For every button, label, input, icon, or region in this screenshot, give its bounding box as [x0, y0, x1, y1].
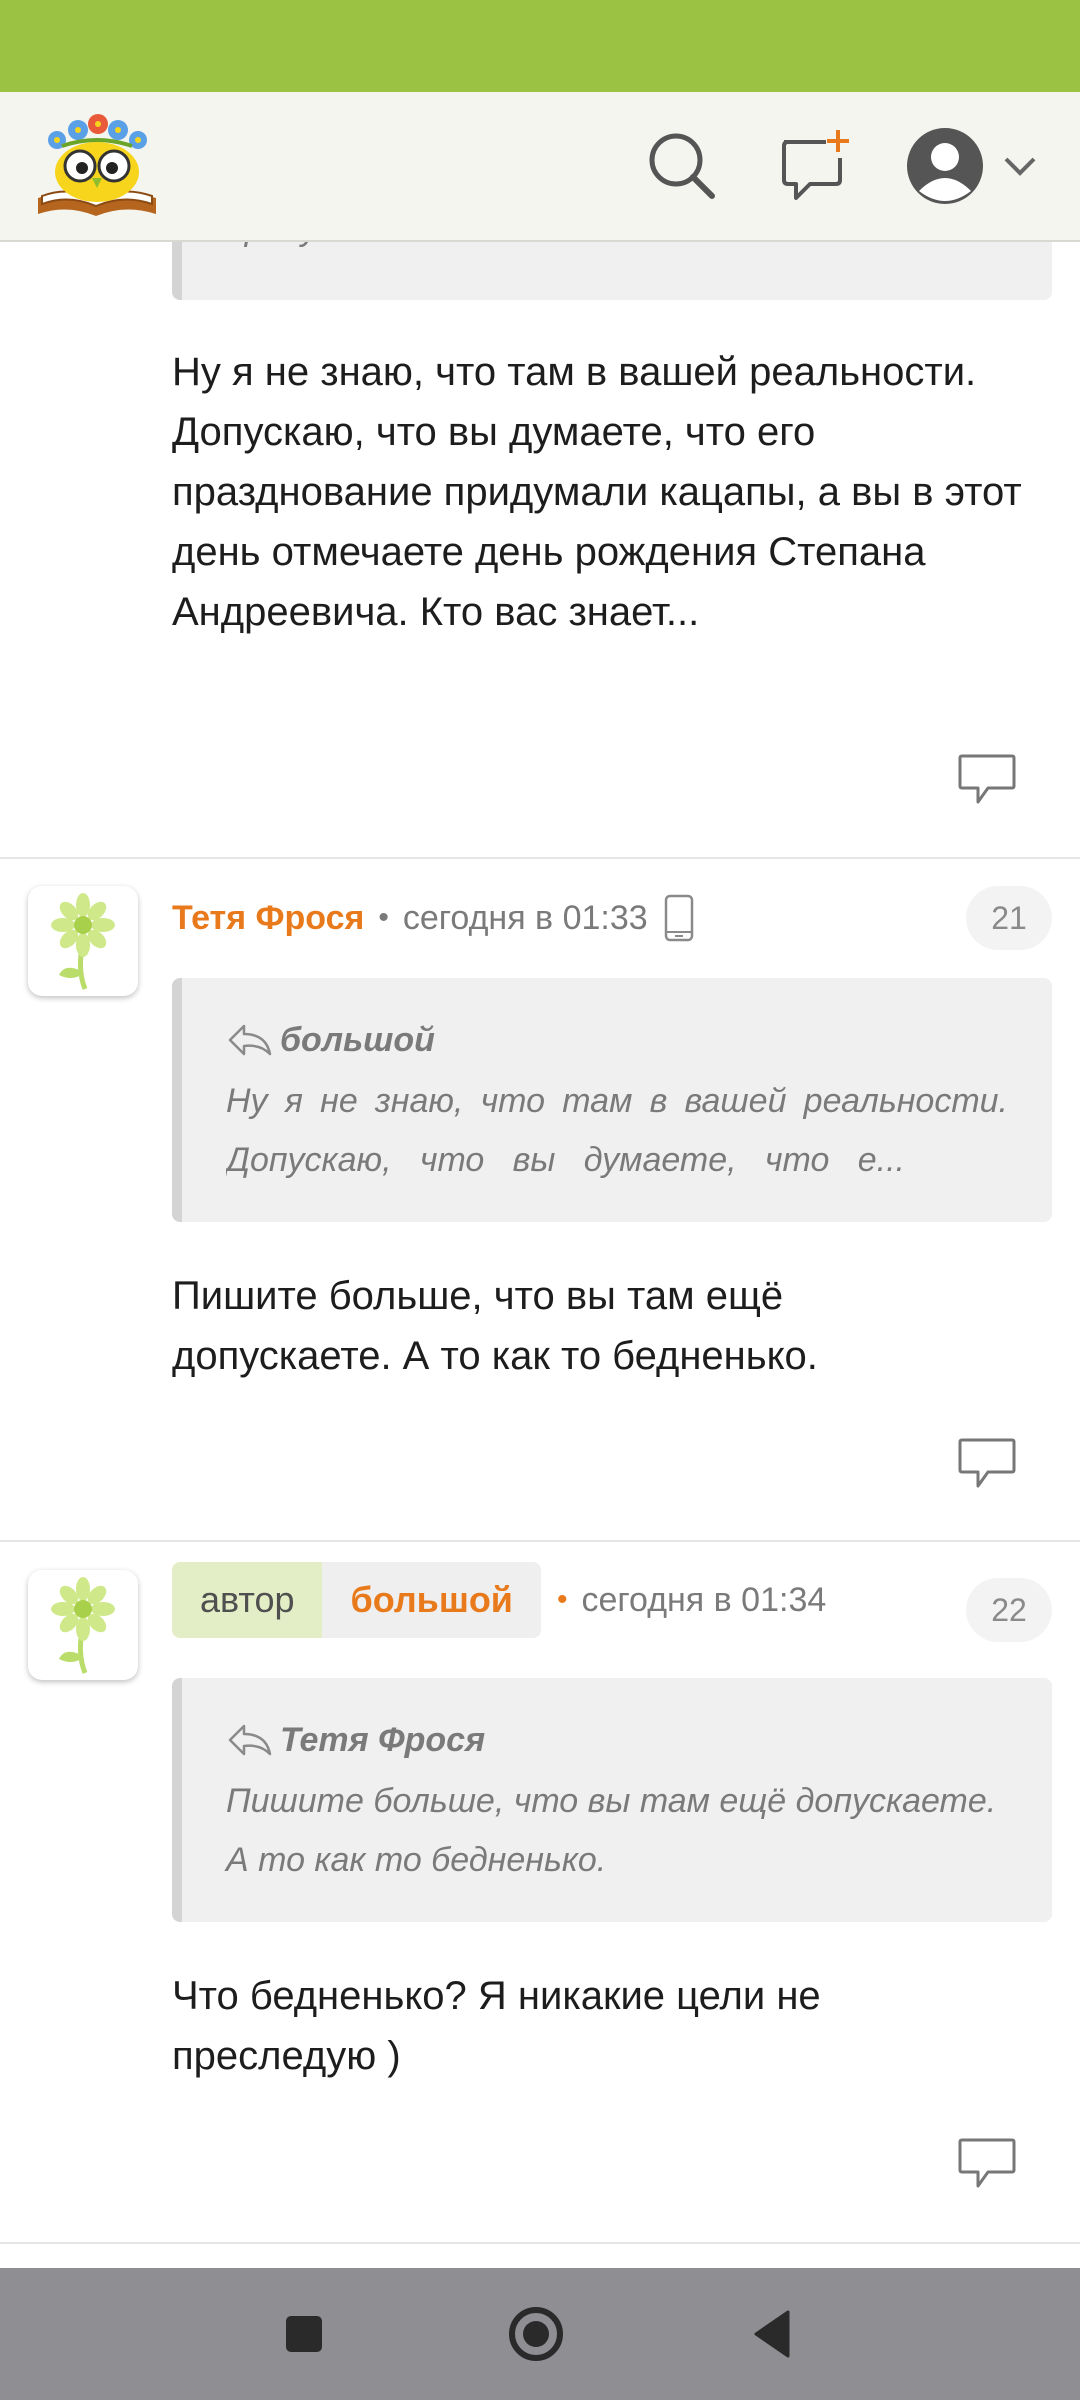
comment-number[interactable]: 22	[966, 1578, 1052, 1642]
quote-text: придумали.	[226, 240, 1008, 259]
quote-author: большой	[280, 1021, 435, 1059]
reply-icon[interactable]	[956, 2136, 1018, 2192]
new-message-button[interactable]	[766, 118, 862, 214]
comment-meta: автор большой • сегодня в 01:34	[172, 1562, 826, 1638]
home-button[interactable]	[506, 2304, 566, 2364]
comments-feed: придумали. Ну я не знаю, что там в вашей…	[0, 240, 1080, 2268]
comment-text: Пишите больше, что вы там ещё допускаете…	[172, 1274, 818, 1378]
square-icon	[286, 2316, 322, 2352]
author-label: автор	[172, 1562, 323, 1638]
status-bar	[0, 0, 1080, 92]
back-button[interactable]	[742, 2304, 802, 2364]
quote-header: большой	[226, 1016, 1008, 1064]
home-circle-icon	[509, 2307, 563, 2361]
reply-icon[interactable]	[956, 1436, 1018, 1492]
comment-number[interactable]: 21	[966, 886, 1052, 950]
quote-block: Тетя Фрося Пишите больше, что вы там ещё…	[172, 1678, 1052, 1922]
new-message-icon	[782, 130, 849, 200]
comment-divider	[0, 1540, 1080, 1542]
quote-text-line: Ну я не знаю, что там в вашей реальности…	[226, 1082, 1008, 1120]
quote-text-line: А то как то бедненько.	[226, 1841, 607, 1879]
back-triangle-icon	[754, 2310, 790, 2358]
separator-dot: •	[556, 1583, 568, 1616]
comment-time: сегодня в 01:33	[402, 898, 648, 937]
avatar[interactable]	[28, 886, 138, 996]
quote-header: Тетя Фрося	[226, 1716, 1008, 1764]
reply-arrow-icon	[228, 1024, 272, 1056]
mobile-phone-icon	[664, 894, 693, 942]
comment-time: сегодня в 01:34	[581, 1580, 827, 1619]
author-name[interactable]: Тетя Фрося	[172, 899, 364, 938]
top-bar	[0, 92, 1080, 242]
author-name: большой	[322, 1562, 541, 1638]
quote-author: Тетя Фрося	[280, 1721, 486, 1759]
system-nav-bar	[0, 2268, 1080, 2400]
chevron-down-icon	[1004, 157, 1036, 176]
flower-icon	[51, 1577, 115, 1674]
profile-menu-button[interactable]	[892, 118, 1052, 214]
flower-icon	[51, 893, 115, 990]
comment-divider	[0, 857, 1080, 859]
avatar[interactable]	[28, 1570, 138, 1680]
search-icon	[649, 133, 715, 199]
reply-icon[interactable]	[956, 752, 1018, 808]
quote-block: придумали.	[172, 240, 1052, 300]
author-chip[interactable]: автор большой	[172, 1562, 541, 1638]
comment-divider	[0, 2242, 1080, 2244]
reply-arrow-icon	[228, 1724, 272, 1756]
user-avatar-icon	[907, 128, 983, 204]
owl-logo-icon[interactable]	[32, 110, 162, 222]
quote-block: большой Ну я не знаю, что там в вашей ре…	[172, 978, 1052, 1222]
separator-dot: •	[378, 901, 389, 934]
comment-text: Ну я не знаю, что там в вашей реальности…	[172, 350, 1022, 634]
comment-text: Что бедненько? Я никакие цели не преслед…	[172, 1974, 821, 2078]
quote-text-line: Допускаю, что вы думаете, что е...	[226, 1141, 905, 1179]
recents-button[interactable]	[274, 2304, 334, 2364]
comment-meta: Тетя Фрося • сегодня в 01:33	[172, 888, 696, 948]
search-button[interactable]	[634, 118, 730, 214]
quote-text-line: Пишите больше, что вы там ещё допускаете…	[226, 1782, 997, 1820]
